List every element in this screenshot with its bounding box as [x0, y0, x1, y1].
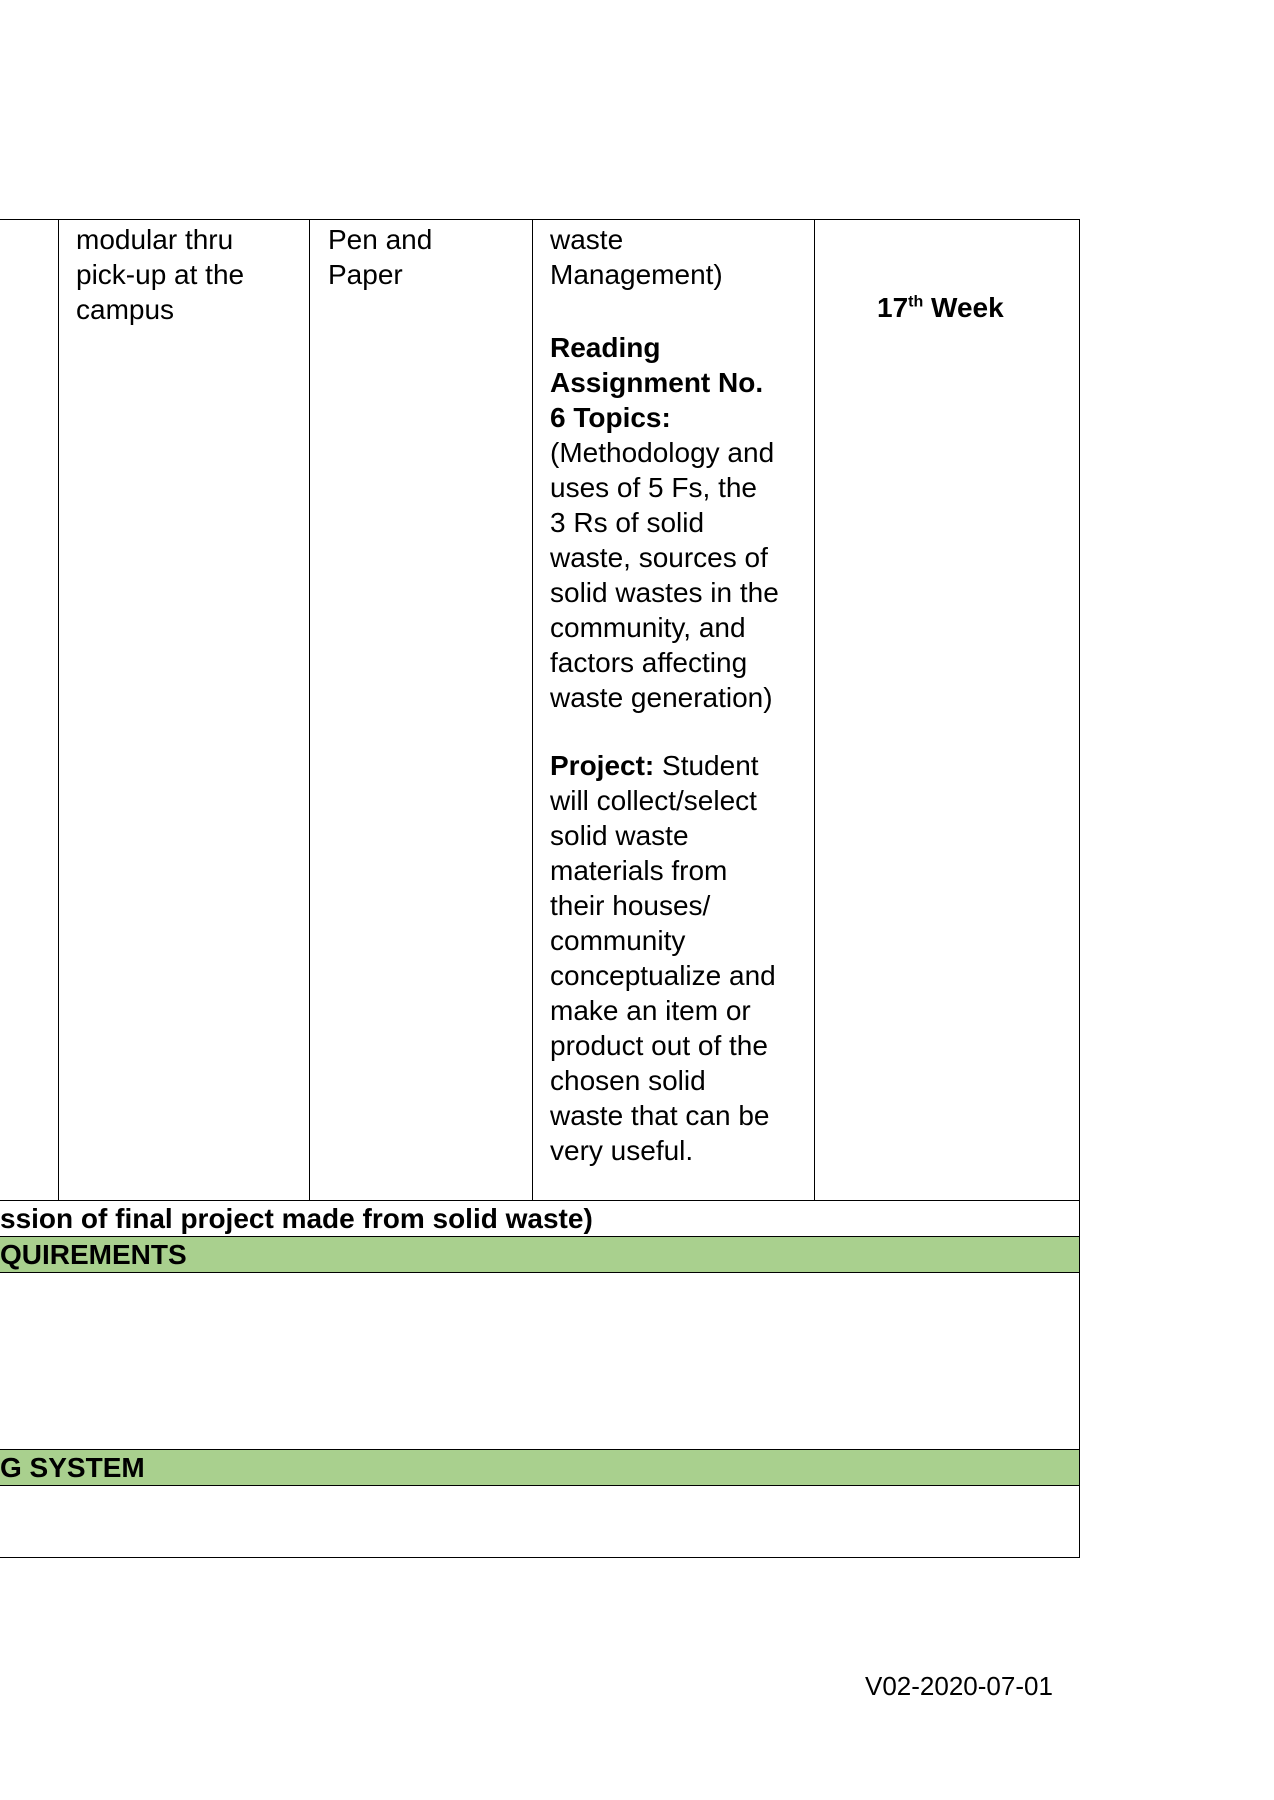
project-first-words: Student	[654, 750, 759, 781]
week-label: Week	[923, 292, 1004, 323]
version-footer: V02-2020-07-01	[865, 1671, 1053, 1701]
week-cell: 17th Week	[877, 290, 1004, 325]
final-project-row: ssion of final project made from solid w…	[0, 1203, 593, 1234]
week-number: 17	[877, 292, 909, 323]
week-ordinal: th	[908, 293, 924, 311]
content-top-text: waste Management)	[550, 224, 723, 290]
col-divider-2	[309, 219, 310, 1200]
grading-band	[0, 1449, 1079, 1486]
col-divider-3	[532, 219, 533, 1200]
reading-assignment-topics: (Methodology and uses of 5 Fs, the 3 Rs …	[550, 437, 779, 713]
project-first-line: Project: Student	[550, 748, 812, 783]
content-cell: waste Management) Reading Assignment No.…	[550, 222, 812, 1168]
project-description: will collect/select solid waste material…	[550, 785, 776, 1166]
col-divider-1	[58, 219, 59, 1200]
table-frame	[0, 219, 1080, 1558]
delivery-mode-cell: modular thru pick-up at the campus	[76, 224, 245, 325]
requirements-heading: QUIREMENTS	[0, 1239, 187, 1270]
assessment-cell: Pen and Paper	[328, 224, 433, 290]
project-label: Project:	[550, 750, 655, 781]
col-divider-4	[814, 219, 815, 1200]
reading-assignment-heading: Reading Assignment No. 6 Topics:	[550, 332, 764, 433]
grading-heading: G SYSTEM	[0, 1452, 145, 1483]
